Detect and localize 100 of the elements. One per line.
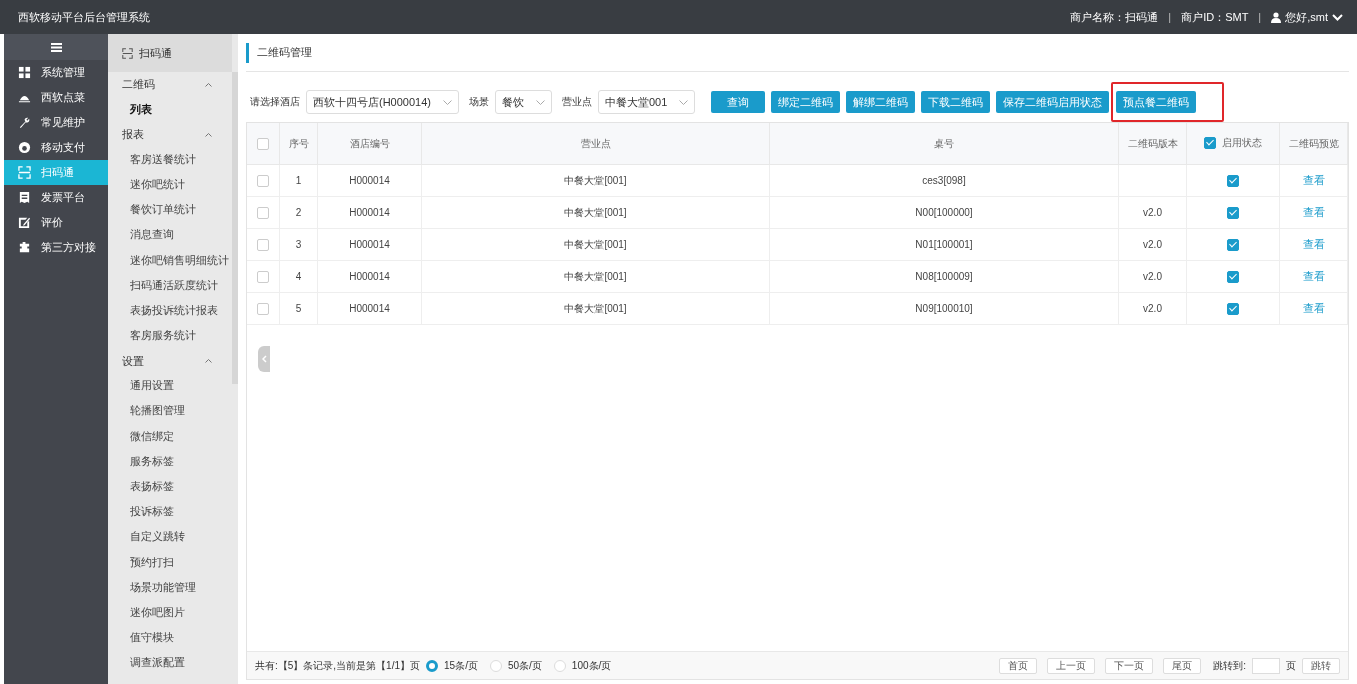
submenu-group[interactable]: 二维码	[108, 72, 232, 97]
submenu-item[interactable]: 值守模块	[108, 625, 232, 651]
nav-item[interactable]: 系统管理	[4, 60, 108, 85]
table-cell: v2.0	[1118, 292, 1187, 325]
submenu-item[interactable]: 场景功能管理	[108, 575, 232, 601]
menu-icon[interactable]	[50, 42, 62, 52]
submenu-item[interactable]: 轮播图管理	[108, 398, 232, 425]
chevron-down-icon	[1332, 13, 1343, 21]
table-cell: 1	[279, 164, 318, 197]
table-cell: N00[100000]	[769, 196, 1119, 229]
table-cell: v2.0	[1118, 196, 1187, 229]
column-header: 启用状态	[1222, 136, 1262, 150]
submenu-item[interactable]: 预约打扫	[108, 550, 232, 576]
nav-icon	[18, 191, 31, 204]
merchant-info: 商户名称：扫码通	[1070, 9, 1159, 25]
enabled-checkbox[interactable]	[1227, 270, 1239, 283]
table-cell: 2	[279, 196, 318, 229]
nav-item[interactable]: 评价	[4, 210, 108, 235]
submenu-item[interactable]: 服务标签	[108, 449, 232, 475]
column-header: 二维码预览	[1288, 137, 1339, 149]
row-checkbox[interactable]	[257, 174, 269, 187]
page-size-label: 50条/页	[507, 658, 542, 673]
row-checkbox[interactable]	[257, 302, 269, 315]
submenu-item[interactable]: 自定义跳转	[108, 524, 232, 550]
checkbox[interactable]	[257, 137, 269, 150]
page-title: 二维码管理	[246, 42, 312, 63]
nav-item[interactable]: 西软点菜	[4, 85, 108, 110]
submenu-item[interactable]: 客房服务统计	[108, 323, 232, 349]
checkbox[interactable]	[1204, 137, 1216, 149]
submenu-item[interactable]: 列表	[108, 97, 232, 123]
submenu-item[interactable]: 迷你吧统计	[108, 172, 232, 198]
submenu-item[interactable]: 微信绑定	[108, 424, 232, 450]
page-unit: 页	[1286, 658, 1296, 673]
page-input[interactable]	[1252, 657, 1280, 674]
user-menu[interactable]: 您好,smt	[1271, 9, 1343, 25]
row-checkbox[interactable]	[257, 270, 269, 283]
nav-item[interactable]: 移动支付	[4, 135, 108, 160]
separator: |	[1258, 11, 1262, 23]
column-header: 序号	[288, 137, 309, 149]
submenu-item[interactable]: 表扬标签	[108, 474, 232, 500]
submenu-group[interactable]: 报表	[108, 122, 232, 148]
submenu-item[interactable]: 餐饮订单统计	[108, 197, 232, 223]
nav-item[interactable]: 常见维护	[4, 110, 108, 135]
filter-label: 场景	[469, 95, 489, 109]
submenu-item[interactable]: 表扬投诉统计报表	[108, 298, 232, 324]
column-header: 桌号	[934, 137, 954, 149]
column-header: 营业点	[580, 137, 611, 149]
pager-button[interactable]: 首页	[999, 657, 1038, 674]
app-title: 西软移动平台后台管理系统	[18, 9, 150, 25]
table-cell: 中餐大堂[001]	[421, 196, 770, 229]
pager-button[interactable]: 下一页	[1105, 657, 1154, 674]
record-summary: 共有:【5】条记录,当前是第【1/1】页	[255, 658, 421, 673]
dropdown[interactable]: 餐饮	[495, 90, 552, 114]
chevron-down-icon	[679, 99, 689, 105]
nav-icon	[18, 216, 31, 229]
table-cell: v2.0	[1118, 228, 1187, 261]
submenu-title: 扫码通	[139, 45, 172, 61]
table-cell: 5	[279, 292, 318, 325]
column-header: 二维码版本	[1127, 137, 1178, 149]
enabled-checkbox[interactable]	[1227, 302, 1239, 315]
row-checkbox[interactable]	[257, 238, 269, 251]
table-cell: 中餐大堂[001]	[421, 164, 770, 197]
submenu-item[interactable]: 迷你吧销售明细统计	[108, 247, 232, 274]
nav-icon	[18, 66, 31, 79]
submenu-item[interactable]: 扫码通活跃度统计	[108, 273, 232, 299]
nav-item[interactable]: 第三方对接	[4, 235, 108, 260]
table-cell: H000014	[317, 164, 422, 197]
pager-button[interactable]: 尾页	[1163, 657, 1202, 674]
row-checkbox[interactable]	[257, 206, 269, 219]
radio-button[interactable]	[426, 659, 439, 672]
enabled-checkbox[interactable]	[1227, 174, 1239, 187]
page-size-label: 15条/页	[444, 658, 478, 673]
jump-button[interactable]: 跳转	[1302, 657, 1340, 674]
submenu-item[interactable]: 客房送餐统计	[108, 147, 232, 173]
enabled-checkbox[interactable]	[1227, 238, 1239, 251]
enabled-checkbox[interactable]	[1227, 206, 1239, 219]
nav-icon	[18, 166, 31, 179]
submenu-group[interactable]: 设置	[108, 348, 232, 374]
table-cell: H000014	[317, 196, 422, 229]
nav-item[interactable]: 发票平台	[4, 185, 108, 210]
chevron-down-icon	[443, 99, 452, 105]
dropdown[interactable]: 西软十四号店(H000014)	[306, 90, 459, 114]
chevron-left-icon	[261, 355, 267, 363]
submenu-item[interactable]: 迷你吧图片	[108, 600, 232, 626]
submenu-item[interactable]: 投诉标签	[108, 499, 232, 525]
dropdown[interactable]: 中餐大堂001	[598, 90, 696, 114]
column-header: 酒店编号	[349, 137, 390, 149]
table-cell: N08[100009]	[769, 260, 1119, 293]
submenu-item[interactable]: 通用设置	[108, 373, 232, 399]
collapse-handle[interactable]	[258, 346, 270, 372]
pager-button[interactable]: 上一页	[1047, 657, 1096, 674]
separator: |	[1168, 11, 1172, 23]
scrollbar[interactable]	[232, 72, 238, 384]
submenu-item[interactable]: 调查派配置	[108, 650, 232, 676]
submenu-item[interactable]: 消息查询	[108, 222, 232, 248]
table-cell: N01[100001]	[769, 228, 1119, 261]
jump-label: 跳转到:	[1213, 658, 1246, 673]
merchant-info: 商户ID：SMT	[1181, 9, 1249, 25]
table-cell: H000014	[317, 260, 422, 293]
table-cell: 4	[279, 260, 318, 293]
